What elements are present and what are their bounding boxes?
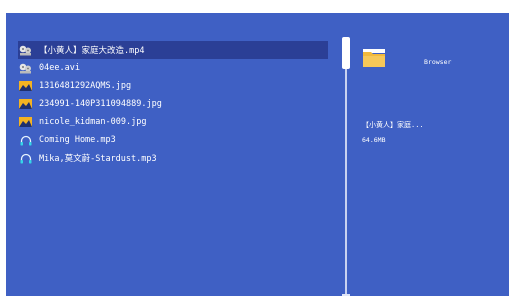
file-name: 04ee.avi <box>39 63 80 73</box>
media-browser-screen: 【小黄人】家庭大改造.mp4 04ee.avi 1316481292AQMS.j… <box>6 13 509 296</box>
file-list: 【小黄人】家庭大改造.mp4 04ee.avi 1316481292AQMS.j… <box>18 41 328 167</box>
file-row[interactable]: 1316481292AQMS.jpg <box>18 77 328 95</box>
file-name: nicole_kidman-009.jpg <box>39 117 147 127</box>
file-name: Mika,莫文蔚-Stardust.mp3 <box>39 154 157 164</box>
scrollbar-thumb[interactable] <box>342 37 350 69</box>
file-row[interactable]: 04ee.avi <box>18 59 328 77</box>
film-reel-icon <box>18 62 33 74</box>
image-icon <box>18 116 33 128</box>
headphones-icon <box>18 152 33 164</box>
selected-file-size: 64.6MB <box>362 136 386 144</box>
selected-file-name: 【小黄人】家庭... <box>362 121 424 129</box>
file-name: 【小黄人】家庭大改造.mp4 <box>39 46 145 56</box>
film-reel-icon <box>18 44 33 56</box>
image-icon <box>18 80 33 92</box>
file-row[interactable]: nicole_kidman-009.jpg <box>18 113 328 131</box>
file-row[interactable]: Coming Home.mp3 <box>18 131 328 149</box>
image-icon <box>18 98 33 110</box>
file-name: 1316481292AQMS.jpg <box>39 81 132 91</box>
file-row[interactable]: Mika,莫文蔚-Stardust.mp3 <box>18 149 328 167</box>
browser-label: Browser <box>424 58 452 66</box>
file-name: 234991-140P311094889.jpg <box>39 99 162 109</box>
folder-icon <box>363 49 385 71</box>
headphones-icon <box>18 134 33 146</box>
file-row[interactable]: 234991-140P311094889.jpg <box>18 95 328 113</box>
file-name: Coming Home.mp3 <box>39 135 116 145</box>
scrollbar-track[interactable] <box>345 38 347 296</box>
file-row[interactable]: 【小黄人】家庭大改造.mp4 <box>18 41 328 59</box>
scrollbar-end-cap <box>342 294 350 296</box>
